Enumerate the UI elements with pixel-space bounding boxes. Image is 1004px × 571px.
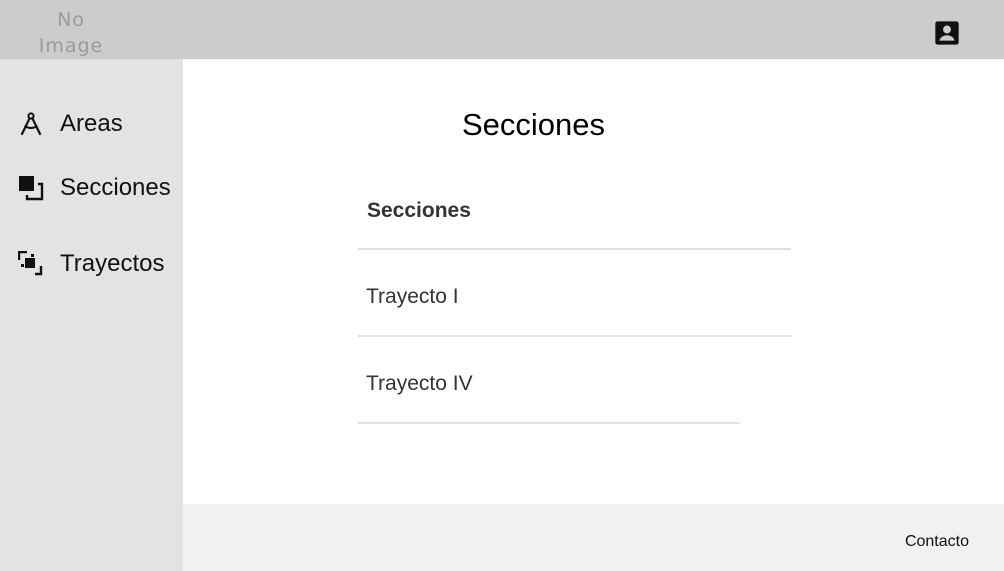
- sidebar-item-label: Secciones: [60, 174, 171, 201]
- flip-to-front-icon: [18, 175, 44, 201]
- logo-line-2: Image: [38, 35, 104, 57]
- contact-link[interactable]: Contacto: [905, 532, 969, 552]
- table-row[interactable]: Trayecto IV: [358, 337, 740, 424]
- table-header: Secciones: [358, 179, 791, 250]
- main-content: Secciones Secciones Trayecto I Trayecto …: [183, 59, 1004, 504]
- sidebar-item-areas[interactable]: Areas: [0, 101, 183, 145]
- column-header-secciones: Secciones: [367, 199, 471, 222]
- logo-line-1: No: [57, 9, 85, 31]
- footer: Contacto: [183, 504, 1004, 571]
- table-row[interactable]: Trayecto I: [358, 250, 791, 337]
- sidebar-item-label: Trayectos: [60, 250, 165, 277]
- table-cell: Trayecto I: [366, 285, 459, 308]
- compass-drafting-icon: [18, 111, 44, 137]
- table-cell: Trayecto IV: [366, 372, 473, 395]
- logo-placeholder: No Image: [28, 7, 114, 59]
- page-title: Secciones: [462, 107, 606, 142]
- sidebar-item-secciones[interactable]: Secciones: [0, 165, 183, 209]
- top-bar: No Image: [0, 0, 1004, 59]
- account-box-icon[interactable]: [933, 19, 961, 47]
- sidebar-item-trayectos[interactable]: Trayectos: [0, 241, 183, 285]
- sidebar-item-label: Areas: [60, 110, 123, 137]
- select-all-icon: [17, 250, 44, 277]
- sidebar: Areas Secciones Trayectos: [0, 59, 183, 571]
